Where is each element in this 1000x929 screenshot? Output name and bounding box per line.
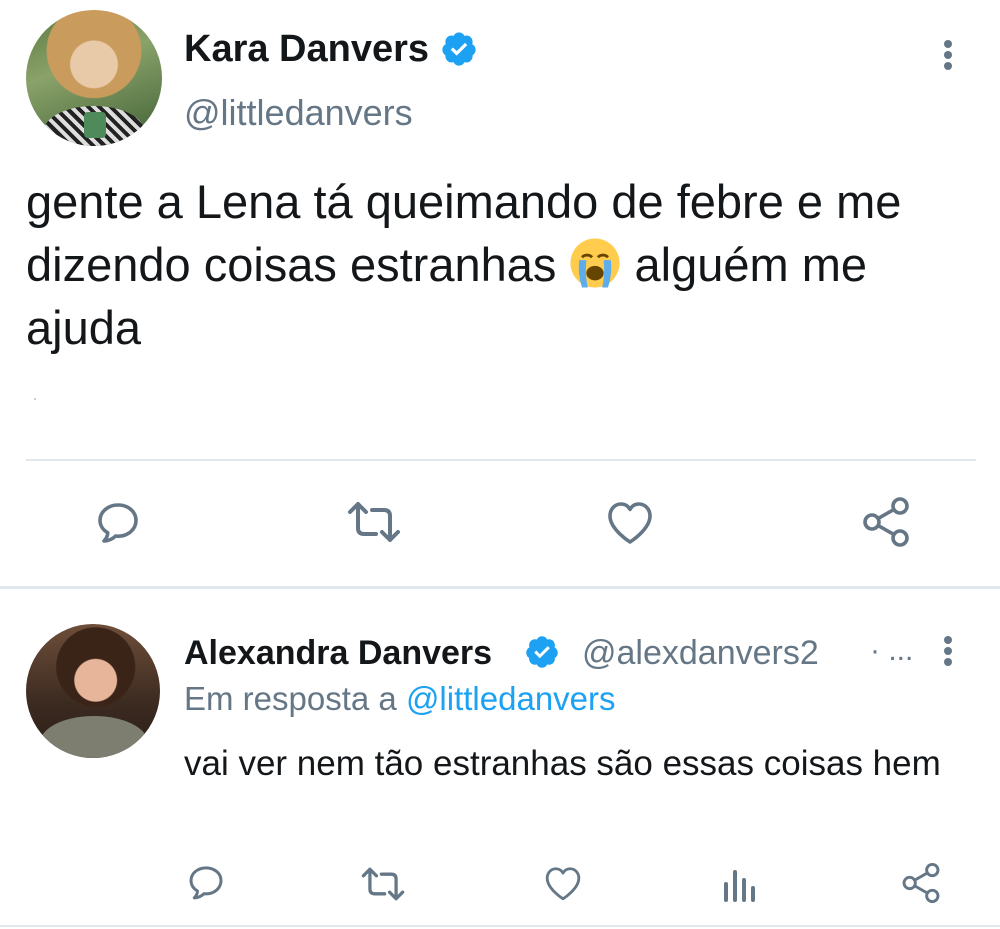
- reply-author-handle[interactable]: @alexdanvers2: [582, 634, 819, 673]
- tweet-separator: [0, 586, 1000, 589]
- reply-button[interactable]: [94, 498, 142, 546]
- loudly-crying-face-icon: [570, 238, 621, 288]
- tweet-text: gente a Lena tá queimando de febre e me …: [26, 170, 986, 359]
- reply-mention-link[interactable]: @littledanvers: [406, 680, 616, 717]
- verified-badge-icon: [526, 636, 558, 668]
- more-vertical-icon[interactable]: [942, 636, 954, 670]
- avatar-scarf: [84, 112, 106, 138]
- bottom-divider: [0, 925, 1000, 927]
- avatar-kara-danvers[interactable]: [26, 10, 162, 146]
- share-icon: [902, 862, 940, 904]
- reply-header: Alexandra Danvers @alexdanvers2 · ...: [184, 630, 974, 674]
- retweet-icon: [348, 502, 400, 542]
- author-handle[interactable]: @littledanvers: [184, 92, 413, 134]
- reply-context: Em resposta a @littledanvers: [184, 680, 616, 718]
- reply-reply-button[interactable]: [186, 862, 226, 902]
- share-button[interactable]: [860, 496, 912, 548]
- reply-bubble-icon: [189, 866, 223, 900]
- like-button[interactable]: [604, 498, 656, 546]
- reply-text: vai ver nem tão estranhas são essas cois…: [184, 744, 941, 783]
- reply-analytics-button[interactable]: [722, 864, 758, 904]
- reply-like-button[interactable]: [542, 864, 584, 902]
- avatar-shirt: [40, 716, 148, 758]
- reply-bubble-icon: [98, 503, 138, 543]
- retweet-button[interactable]: [346, 500, 402, 544]
- verified-badge-icon: [442, 32, 476, 66]
- heart-icon: [545, 867, 581, 901]
- retweet-icon: [361, 867, 405, 901]
- reply-retweet-button[interactable]: [360, 866, 406, 902]
- reply-share-button[interactable]: [900, 862, 942, 904]
- analytics-icon: [724, 870, 755, 902]
- reply-handle-suffix: · ...: [870, 634, 914, 667]
- avatar-alexandra-danvers[interactable]: [26, 624, 160, 758]
- more-vertical-icon[interactable]: [942, 40, 954, 74]
- main-tweet: Kara Danvers @littledanvers gente a Lena…: [0, 0, 1000, 586]
- reply-author-name[interactable]: Alexandra Danvers: [184, 634, 492, 673]
- reply-prefix: Em resposta a: [184, 680, 397, 717]
- actions-divider: [26, 459, 976, 461]
- author-name[interactable]: Kara Danvers: [184, 28, 429, 71]
- heart-icon: [608, 502, 652, 544]
- share-icon: [863, 497, 909, 547]
- faint-mark: [34, 398, 36, 400]
